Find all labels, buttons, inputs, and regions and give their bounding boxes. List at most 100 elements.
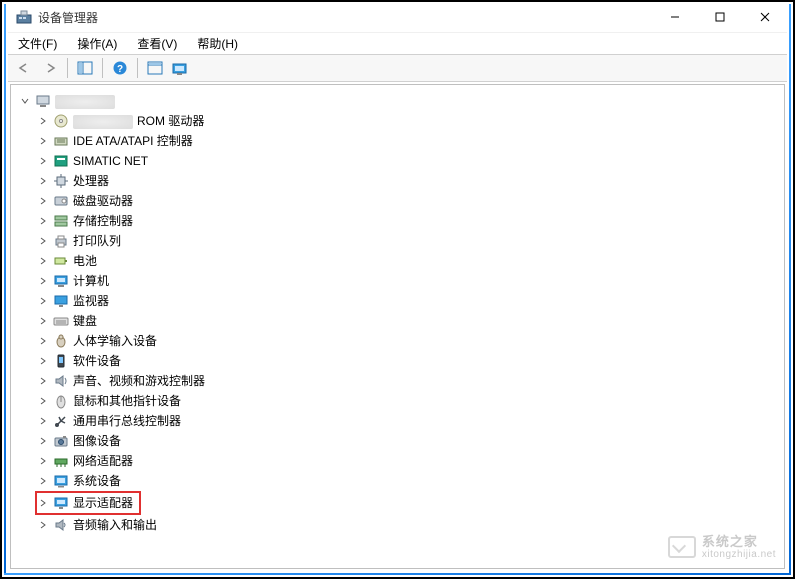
device-category-node[interactable]: 电池 <box>37 251 780 271</box>
device-category-node[interactable]: 软件设备 <box>37 351 780 371</box>
category-label: 人体学输入设备 <box>73 331 157 351</box>
chevron-right-icon[interactable] <box>37 335 49 347</box>
chevron-right-icon[interactable] <box>37 115 49 127</box>
device-category-node[interactable]: 磁盘驱动器 <box>37 191 780 211</box>
category-label: 监视器 <box>73 291 109 311</box>
menu-action[interactable]: 操作(A) <box>73 33 121 54</box>
chevron-right-icon[interactable] <box>37 475 49 487</box>
category-icon <box>53 495 69 511</box>
category-label: ROM 驱动器 <box>73 111 204 131</box>
scan-hardware-button[interactable] <box>169 57 193 79</box>
category-icon <box>53 113 69 129</box>
category-label: IDE ATA/ATAPI 控制器 <box>73 131 193 151</box>
category-icon <box>53 193 69 209</box>
forward-button[interactable] <box>38 57 62 79</box>
device-category-node[interactable]: IDE ATA/ATAPI 控制器 <box>37 131 780 151</box>
properties-button[interactable] <box>143 57 167 79</box>
chevron-right-icon[interactable] <box>37 195 49 207</box>
window-controls <box>652 3 787 31</box>
category-icon <box>53 433 69 449</box>
category-label: 显示适配器 <box>73 493 133 513</box>
menu-help[interactable]: 帮助(H) <box>193 33 242 54</box>
chevron-right-icon[interactable] <box>37 519 49 531</box>
chevron-right-icon[interactable] <box>37 455 49 467</box>
category-label: 通用串行总线控制器 <box>73 411 181 431</box>
chevron-right-icon[interactable] <box>37 135 49 147</box>
category-icon <box>53 153 69 169</box>
category-label: 图像设备 <box>73 431 121 451</box>
category-icon <box>53 413 69 429</box>
highlighted-category: 显示适配器 <box>35 491 141 515</box>
maximize-button[interactable] <box>697 3 742 31</box>
chevron-right-icon[interactable] <box>37 255 49 267</box>
app-icon <box>16 9 32 25</box>
chevron-right-icon[interactable] <box>37 355 49 367</box>
device-category-node[interactable]: 系统设备 <box>37 471 780 491</box>
chevron-down-icon[interactable] <box>19 95 31 107</box>
watermark-logo-icon <box>668 536 696 558</box>
computer-icon <box>35 93 51 109</box>
chevron-right-icon[interactable] <box>37 497 49 509</box>
device-category-node[interactable]: 人体学输入设备 <box>37 331 780 351</box>
close-button[interactable] <box>742 3 787 31</box>
help-button[interactable]: ? <box>108 57 132 79</box>
category-label: 磁盘驱动器 <box>73 191 133 211</box>
minimize-button[interactable] <box>652 3 697 31</box>
menu-file[interactable]: 文件(F) <box>14 33 61 54</box>
annotation-arrow <box>181 565 291 569</box>
category-icon <box>53 233 69 249</box>
chevron-right-icon[interactable] <box>37 395 49 407</box>
device-category-node[interactable]: 网络适配器 <box>37 451 780 471</box>
watermark-sub: xitongzhijia.net <box>702 549 776 560</box>
toolbar-separator <box>67 58 68 78</box>
chevron-right-icon[interactable] <box>37 435 49 447</box>
watermark-main: 系统之家 <box>702 535 776 549</box>
chevron-right-icon[interactable] <box>37 295 49 307</box>
category-icon <box>53 293 69 309</box>
device-category-node[interactable]: 显示适配器 <box>37 493 133 513</box>
chevron-right-icon[interactable] <box>37 215 49 227</box>
device-category-node[interactable]: 监视器 <box>37 291 780 311</box>
device-category-node[interactable]: 键盘 <box>37 311 780 331</box>
device-category-node[interactable]: 处理器 <box>37 171 780 191</box>
category-label: 键盘 <box>73 311 97 331</box>
category-label: 打印队列 <box>73 231 121 251</box>
category-label: SIMATIC NET <box>73 151 148 171</box>
menu-view[interactable]: 查看(V) <box>133 33 181 54</box>
category-label: 电池 <box>73 251 97 271</box>
category-label: 鼠标和其他指针设备 <box>73 391 181 411</box>
device-category-node[interactable]: 音频输入和输出 <box>37 515 780 535</box>
device-tree[interactable]: ROM 驱动器IDE ATA/ATAPI 控制器SIMATIC NET处理器磁盘… <box>15 91 780 535</box>
device-category-node[interactable]: 计算机 <box>37 271 780 291</box>
root-label <box>55 91 119 111</box>
chevron-right-icon[interactable] <box>37 155 49 167</box>
category-icon <box>53 393 69 409</box>
device-category-node[interactable]: SIMATIC NET <box>37 151 780 171</box>
device-category-node[interactable]: 通用串行总线控制器 <box>37 411 780 431</box>
show-hide-tree-button[interactable] <box>73 57 97 79</box>
titlebar: 设备管理器 <box>8 2 787 32</box>
device-category-node[interactable]: 图像设备 <box>37 431 780 451</box>
device-category-node[interactable]: 声音、视频和游戏控制器 <box>37 371 780 391</box>
device-category-node[interactable]: 存储控制器 <box>37 211 780 231</box>
chevron-right-icon[interactable] <box>37 175 49 187</box>
device-category-node[interactable]: 鼠标和其他指针设备 <box>37 391 780 411</box>
chevron-right-icon[interactable] <box>37 275 49 287</box>
category-icon <box>53 517 69 533</box>
category-icon <box>53 453 69 469</box>
chevron-right-icon[interactable] <box>37 315 49 327</box>
computer-root-node[interactable] <box>19 91 780 111</box>
category-label: 音频输入和输出 <box>73 515 157 535</box>
device-tree-panel: ROM 驱动器IDE ATA/ATAPI 控制器SIMATIC NET处理器磁盘… <box>10 84 785 569</box>
category-icon <box>53 353 69 369</box>
chevron-right-icon[interactable] <box>37 375 49 387</box>
toolbar-separator <box>137 58 138 78</box>
chevron-right-icon[interactable] <box>37 415 49 427</box>
category-label: 计算机 <box>73 271 109 291</box>
back-button[interactable] <box>12 57 36 79</box>
device-category-node[interactable]: ROM 驱动器 <box>37 111 780 131</box>
category-icon <box>53 473 69 489</box>
device-category-node[interactable]: 打印队列 <box>37 231 780 251</box>
category-icon <box>53 173 69 189</box>
chevron-right-icon[interactable] <box>37 235 49 247</box>
